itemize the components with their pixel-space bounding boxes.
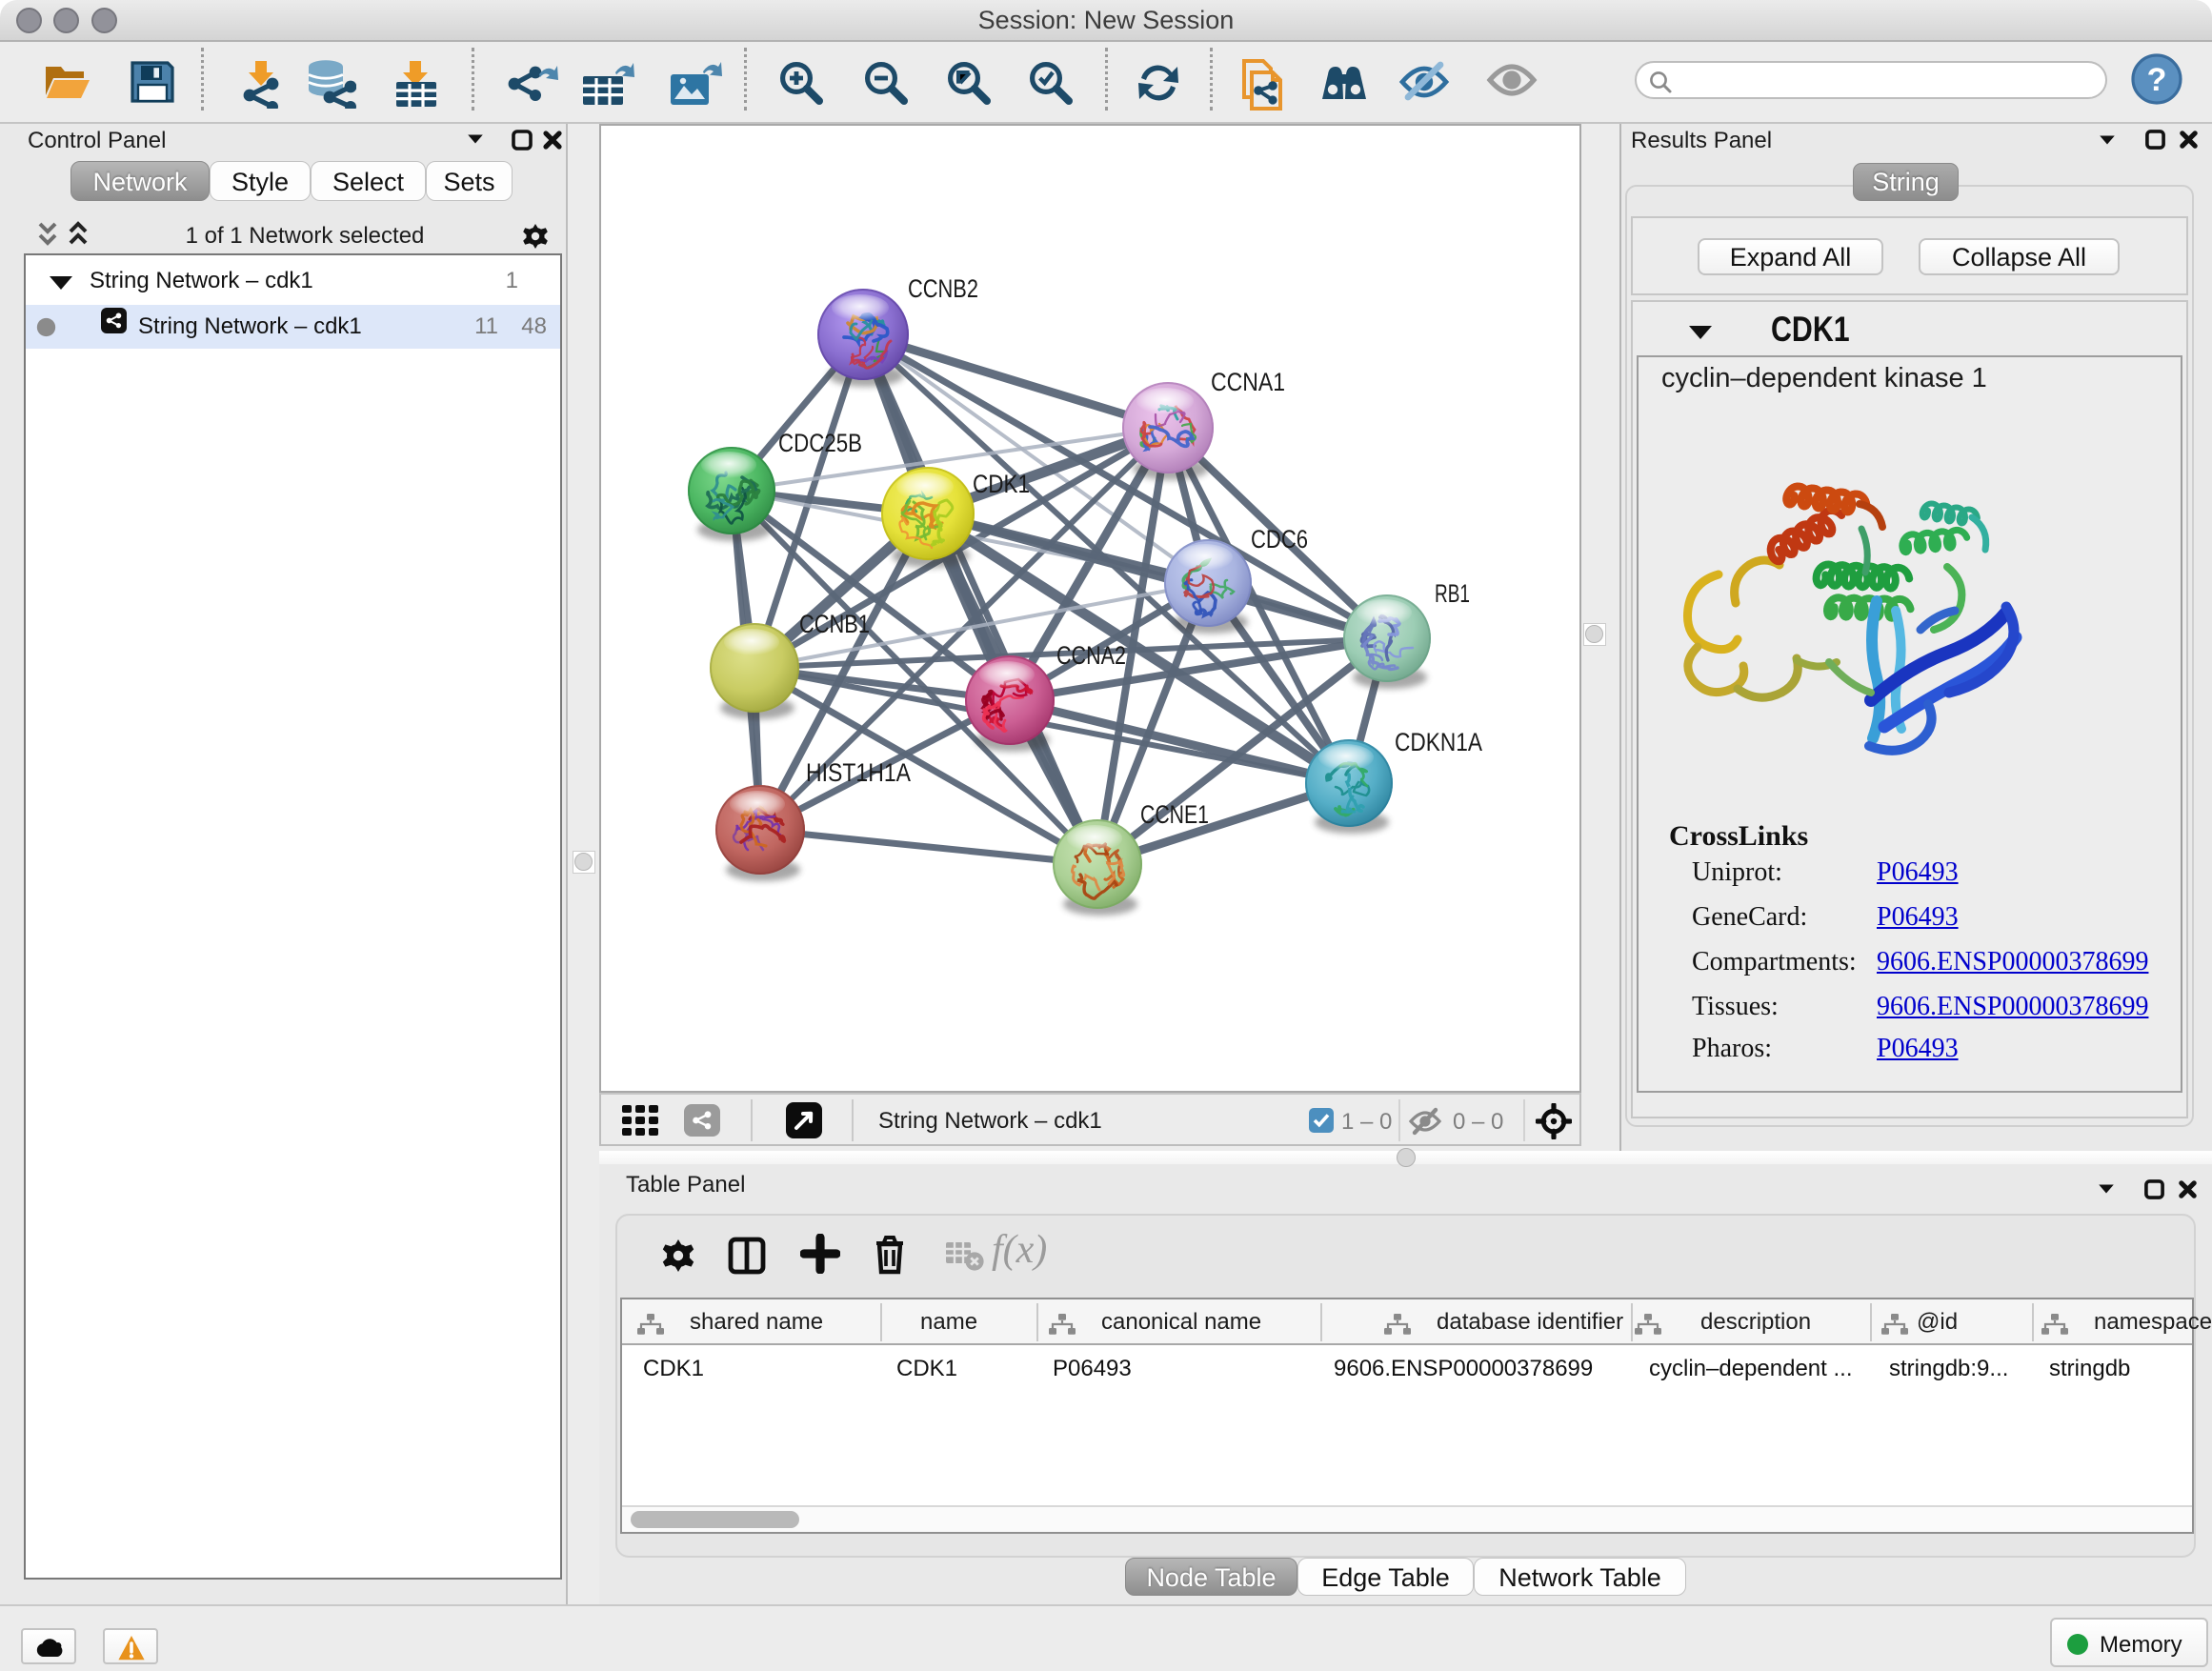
svg-text:CDKN1A: CDKN1A	[1395, 728, 1482, 756]
svg-text:CDC6: CDC6	[1251, 525, 1308, 554]
svg-text:CCNB1: CCNB1	[799, 610, 870, 638]
svg-text:CDC25B: CDC25B	[778, 429, 862, 457]
svg-text:CCNE1: CCNE1	[1140, 800, 1209, 829]
svg-text:CCNB2: CCNB2	[908, 274, 978, 303]
svg-text:RB1: RB1	[1435, 579, 1470, 608]
svg-text:CCNA2: CCNA2	[1056, 641, 1126, 670]
svg-text:CCNA1: CCNA1	[1211, 368, 1285, 396]
svg-text:?: ?	[2147, 62, 2167, 98]
svg-text:CDK1: CDK1	[973, 470, 1030, 498]
svg-text:HIST1H1A: HIST1H1A	[806, 758, 911, 787]
